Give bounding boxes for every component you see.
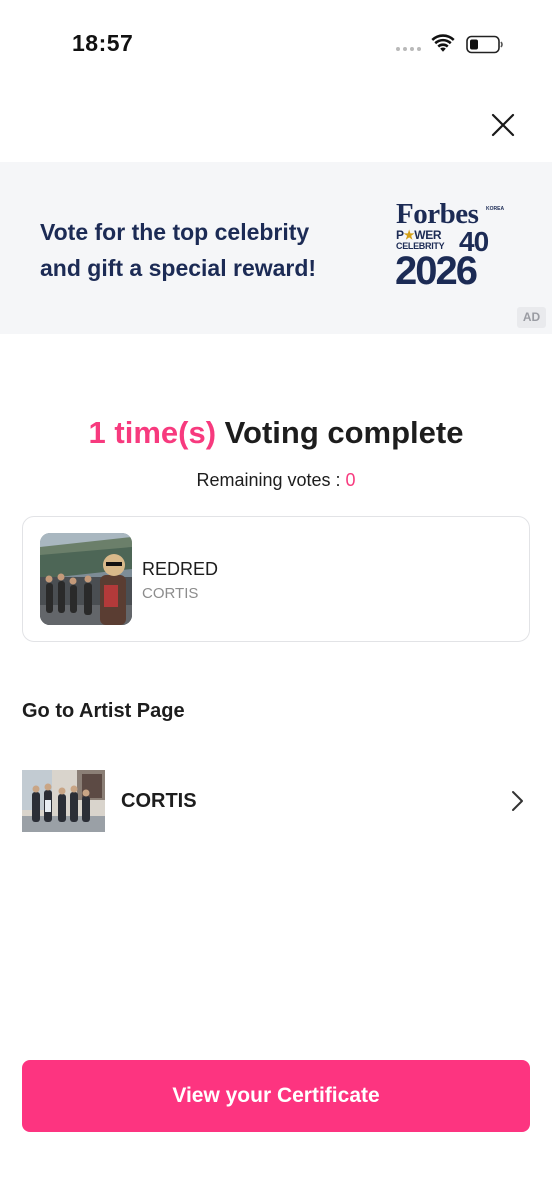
artist-name: CORTIS [121,790,197,812]
view-certificate-button[interactable]: View your Certificate [22,1060,530,1132]
voted-song-title: REDRED [142,559,219,579]
forbes-power-celebrity-logo: Forbes KOREA P★WER CELEBRITY 40 2026 [395,198,504,293]
close-button[interactable] [484,106,522,144]
remaining-votes-value: 0 [345,470,356,490]
battery-icon [466,35,503,54]
ad-headline: Vote for the top celebrity and gift a sp… [40,214,380,286]
signal-dots-icon [396,47,421,51]
status-bar: 18:57 [0,0,552,90]
vote-complete-screen: 18:57 Vote for the top celebrity and gif… [0,0,552,1200]
forbes-region: KOREA [486,206,505,212]
artist-section-title: Go to Artist Page [22,700,185,722]
remaining-votes: Remaining votes : 0 [0,470,552,491]
vote-complete-text: Voting complete [224,415,464,450]
forbes-year: 2026 [395,249,478,293]
status-time: 18:57 [72,30,134,56]
vote-count: 1 time(s) [88,415,217,450]
artist-row-cortis[interactable]: CORTIS [22,770,532,832]
forbes-power-text: P★WER [396,228,442,242]
ad-line-1: Vote for the top celebrity [40,219,310,245]
ad-badge: AD [517,307,546,328]
voted-song-artist: CORTIS [142,585,199,602]
vote-result-heading: 1 time(s) Voting complete [0,415,552,451]
ad-banner[interactable]: Vote for the top celebrity and gift a sp… [0,162,552,334]
close-icon [491,113,515,137]
wifi-icon [431,34,455,52]
ad-line-2: and gift a special reward! [40,255,317,281]
voted-song-thumbnail [40,533,132,625]
chevron-right-icon [512,791,523,811]
artist-thumbnail [22,770,105,832]
remaining-votes-label: Remaining votes : [196,470,346,490]
voted-song-card: REDRED CORTIS [22,516,530,642]
